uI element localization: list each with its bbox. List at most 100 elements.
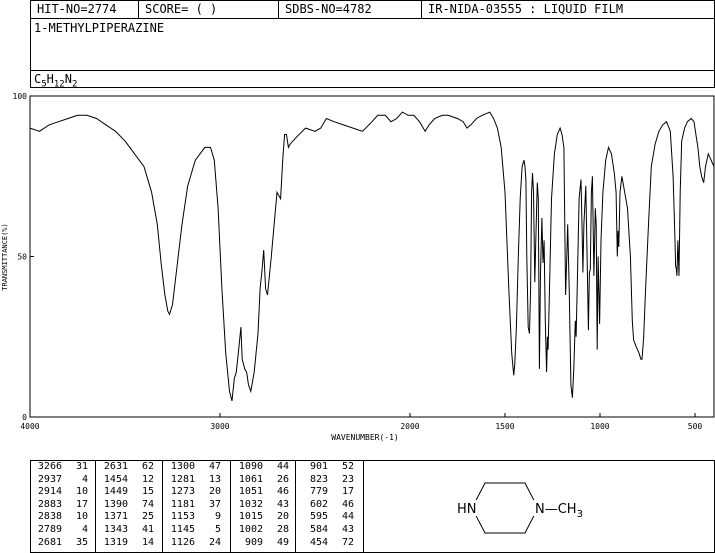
peak-wavenumber: 1032 (238, 498, 263, 510)
source-info: IR-NIDA-03555 : LIQUID FILM (428, 2, 624, 16)
peak-wavenumber: 1002 (238, 523, 263, 535)
peak-transmittance: 47 (208, 461, 221, 472)
peak-transmittance: 37 (208, 498, 221, 510)
peak-transmittance: 5 (214, 523, 221, 535)
peak-wavenumber: 901 (309, 461, 328, 472)
y-tick-label: 0 (22, 413, 27, 422)
peak-wavenumber: 1454 (103, 473, 128, 485)
peak-row: 2838 10 (30, 511, 95, 524)
peak-column: 2631 62 1454 12 1449 15 1390 74 1371 25 1343 41 1319… (96, 461, 163, 552)
peak-row: 1273 20 (163, 486, 230, 499)
peak-transmittance: 9 (214, 511, 221, 523)
peak-row: 1281 13 (163, 474, 230, 487)
sdbs-no: SDBS-NO=4782 (279, 1, 422, 18)
peak-transmittance: 44 (276, 461, 289, 472)
peak-transmittance: 10 (75, 511, 88, 523)
peak-transmittance: 62 (141, 461, 154, 472)
n-methyl-text: N—CH (535, 502, 577, 517)
peak-wavenumber: 1153 (170, 511, 195, 523)
peak-transmittance: 4 (81, 523, 88, 535)
peak-transmittance: 13 (208, 473, 221, 485)
formula-divider (31, 70, 714, 71)
peak-row: 1126 24 (163, 537, 230, 550)
peak-row: 1032 43 (231, 499, 295, 512)
y-axis: 0 50 100 (13, 92, 34, 422)
spectrum-line (29, 111, 715, 402)
peak-wavenumber: 1343 (103, 523, 128, 535)
peak-row: 1181 37 (163, 499, 230, 512)
x-tick-label: 1000 (590, 422, 609, 431)
peak-row: 2883 17 (30, 499, 95, 512)
peak-row: 901 52 (296, 461, 363, 474)
peak-transmittance: 26 (276, 473, 289, 485)
compound-name: 1-METHYLPIPERAZINE (34, 21, 165, 35)
x-axis-label: WAVENUMBER(-1) (331, 433, 398, 442)
hit-no: HIT-NO=2774 (31, 1, 139, 18)
peak-row: 2914 10 (30, 486, 95, 499)
peak-wavenumber: 602 (309, 498, 328, 510)
peak-wavenumber: 595 (309, 511, 328, 523)
y-tick-label: 50 (17, 253, 27, 262)
x-tick-label: 3000 (210, 422, 229, 431)
plot-frame (29, 95, 715, 418)
peak-transmittance: 25 (141, 511, 154, 523)
score: SCORE= ( ) (139, 1, 279, 18)
peak-row: 3266 31 (30, 461, 95, 474)
peak-wavenumber: 2937 (37, 473, 62, 485)
peak-wavenumber: 454 (309, 536, 328, 548)
peak-wavenumber: 2914 (37, 486, 62, 498)
y-axis-label: TRANSMITTANCE(%) (1, 223, 9, 290)
n-methyl-label: N—CH3 (535, 502, 583, 520)
peak-transmittance: 46 (276, 486, 289, 498)
peak-wavenumber: 1181 (170, 498, 195, 510)
peak-row: 1002 28 (231, 524, 295, 537)
peak-row: 2789 4 (30, 524, 95, 537)
peak-row: 823 23 (296, 474, 363, 487)
peak-wavenumber: 1449 (103, 486, 128, 498)
molecular-formula: C5H12N2 (34, 72, 77, 89)
peak-transmittance: 4 (81, 473, 88, 485)
peak-column: 3266 31 2937 4 2914 10 2883 17 2838 10 2789 4 2681 35 (30, 461, 96, 552)
peak-row: 779 17 (296, 486, 363, 499)
peak-transmittance: 74 (141, 498, 154, 510)
peak-wavenumber: 779 (309, 486, 328, 498)
peak-row: 1319 14 (96, 537, 162, 550)
peak-transmittance: 35 (75, 536, 88, 548)
peak-wavenumber: 2883 (37, 498, 62, 510)
peak-row: 1145 5 (163, 524, 230, 537)
peak-column: 1090 44 1061 26 1051 46 1032 43 1015 20 1002 28 909 4… (231, 461, 296, 552)
x-tick-label: 4000 (20, 422, 39, 431)
peak-row: 1015 20 (231, 511, 295, 524)
peak-transmittance: 43 (341, 523, 354, 535)
peak-wavenumber: 1371 (103, 511, 128, 523)
piperazine-ring (471, 482, 539, 534)
peak-wavenumber: 909 (244, 536, 263, 548)
peak-transmittance: 28 (276, 523, 289, 535)
x-tick-label: 1500 (495, 422, 514, 431)
peak-transmittance: 20 (276, 511, 289, 523)
peak-row: 1090 44 (231, 461, 295, 474)
peak-wavenumber: 1145 (170, 523, 195, 535)
peak-wavenumber: 1051 (238, 486, 263, 498)
formula-n: N (64, 72, 72, 86)
header-box: HIT-NO=2774 SCORE= ( ) SDBS-NO=4782 IR-N… (30, 0, 715, 89)
peak-transmittance: 52 (341, 461, 354, 472)
peak-row: 1390 74 (96, 499, 162, 512)
formula-h: H (46, 72, 54, 86)
peak-transmittance: 23 (341, 473, 354, 485)
ir-spectrum-chart: 0 50 100 4000 3000 2000 1500 1000 500 WAVENUMBE… (1, 92, 715, 442)
peak-row: 1061 26 (231, 474, 295, 487)
peak-wavenumber: 1015 (238, 511, 263, 523)
peak-wavenumber: 1319 (103, 536, 128, 548)
peak-column: 901 52 823 23 779 17 602 46 595 44 584 43 454 72 (296, 461, 364, 552)
peak-transmittance: 49 (276, 536, 289, 548)
peak-transmittance: 10 (75, 486, 88, 498)
peak-wavenumber: 2838 (37, 511, 62, 523)
peak-row: 1449 15 (96, 486, 162, 499)
peak-transmittance: 41 (141, 523, 154, 535)
peak-row: 2631 62 (96, 461, 162, 474)
peak-row: 2681 35 (30, 537, 95, 550)
peak-wavenumber: 1281 (170, 473, 195, 485)
peak-column: 1300 47 1281 13 1273 20 1181 37 1153 9 1145 5 1126 24 (163, 461, 231, 552)
peak-row: 909 49 (231, 537, 295, 550)
